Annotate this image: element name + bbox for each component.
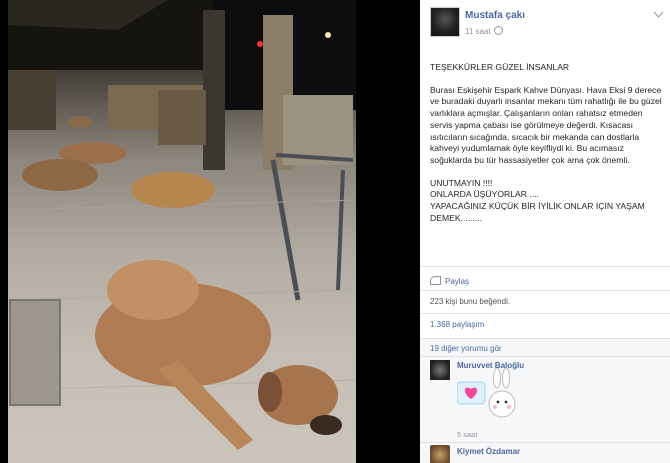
post-line: UNUTMAYIN !!!! [430, 177, 493, 188]
divider [420, 266, 670, 267]
post-paragraph: Burası Eskişehir Espark Kahve Dünyası. H… [430, 84, 662, 165]
post-title: TEŞEKKÜRLER GÜZEL İNSANLAR [430, 62, 570, 72]
post-header: Mustafa çakı 11 saat [430, 7, 666, 41]
post-body: TEŞEKKÜRLER GÜZEL İNSANLAR Burası Eskişe… [430, 62, 666, 224]
commenter-avatar[interactable] [430, 445, 450, 463]
author-avatar[interactable] [430, 7, 460, 37]
share-label: Paylaş [445, 277, 470, 286]
divider [420, 356, 670, 357]
post-line: YAPACAĞINIZ KÜÇÜK BİR İYİLİK ONLAR İÇİN … [430, 201, 645, 223]
view-more-comments-link[interactable]: 19 diğer yorumu gör [430, 344, 502, 353]
divider [420, 313, 670, 314]
divider [420, 442, 670, 443]
post-line: ONLARDA ÜŞÜYORLAR .... [430, 189, 539, 200]
share-icon [430, 276, 441, 285]
bunny-heart-sticker [456, 367, 519, 424]
globe-icon [493, 26, 503, 35]
post-time-text[interactable]: 11 saat [465, 27, 491, 36]
share-button[interactable]: Paylaş [430, 276, 469, 286]
chevron-down-icon[interactable] [653, 7, 664, 18]
post-photo[interactable] [8, 0, 356, 463]
divider [420, 338, 670, 339]
commenter-name[interactable]: Kiymet Özdamar [457, 447, 520, 456]
post-panel: Mustafa çakı 11 saat TEŞEKKÜRLER GÜZEL İ… [420, 0, 670, 463]
comment-time[interactable]: 5 saat [457, 430, 477, 439]
likes-count[interactable]: 223 kişi bunu beğendi. [430, 297, 510, 306]
sticker-image [456, 367, 516, 418]
author-name[interactable]: Mustafa çakı [465, 10, 525, 21]
shares-count[interactable]: 1.368 paylaşım [430, 320, 484, 329]
commenter-avatar[interactable] [430, 360, 450, 380]
divider [420, 290, 670, 291]
photo-scene [8, 0, 356, 450]
post-time[interactable]: 11 saat [465, 26, 503, 36]
